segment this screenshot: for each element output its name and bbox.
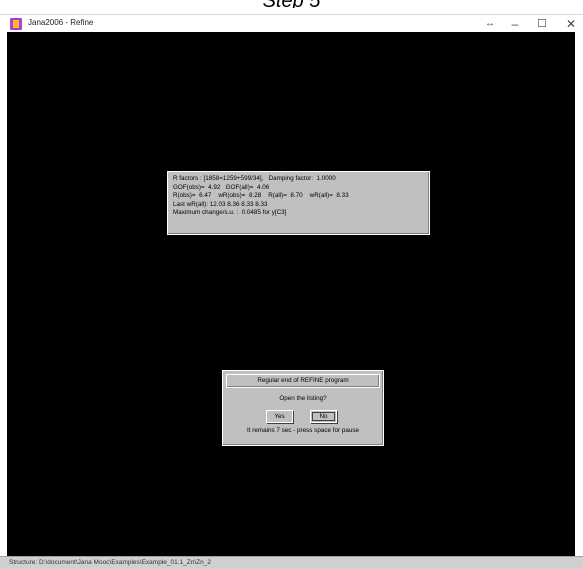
r-values-line: R(obs)= 6.47 wR(obs)= 8.28 R(all)= 8.70 … <box>173 192 349 200</box>
r-factors-panel: R factors : [1858=1259+599/34], Damping … <box>167 171 430 235</box>
gof-line: GOF(obs)= 4.92 GOF(all)= 4.06 <box>173 183 270 191</box>
no-button[interactable]: No <box>310 410 337 423</box>
end-of-refine-dialog: Regular end of REFINE program Open the l… <box>222 370 384 446</box>
window-titlebar[interactable]: Jana2006 - Refine ↔ – ☐ ✕ <box>0 14 583 33</box>
resize-arrows-icon[interactable]: ↔ <box>482 16 498 32</box>
status-bar: Structure: D:\document\Jana Mooc\Example… <box>0 556 583 569</box>
countdown-text: It remains 7 sec - press space for pause <box>247 427 359 434</box>
window-title: Jana2006 - Refine <box>28 18 94 27</box>
close-button[interactable]: ✕ <box>561 16 581 32</box>
minimize-button[interactable]: – <box>505 16 525 32</box>
maximize-button[interactable]: ☐ <box>532 16 552 32</box>
jana-app-icon <box>10 18 22 30</box>
yes-button[interactable]: Yes <box>266 410 293 423</box>
refine-output-area: R factors : [1858=1259+599/34], Damping … <box>7 32 575 556</box>
dialog-header: Regular end of REFINE program <box>226 374 380 388</box>
dialog-question: Open the listing? <box>279 395 327 402</box>
r-factors-line: R factors : [1858=1259+599/34], Damping … <box>173 175 336 182</box>
max-change-line: Maximum change/s.u. : 0.0485 for y[C3] <box>173 209 287 217</box>
structure-path: Structure: D:\document\Jana Mooc\Example… <box>9 559 211 566</box>
last-wr-line: Last wR(all): 12.03 8.36 8.33 8.33 <box>173 200 268 208</box>
step-caption: Step 5 <box>0 0 583 8</box>
